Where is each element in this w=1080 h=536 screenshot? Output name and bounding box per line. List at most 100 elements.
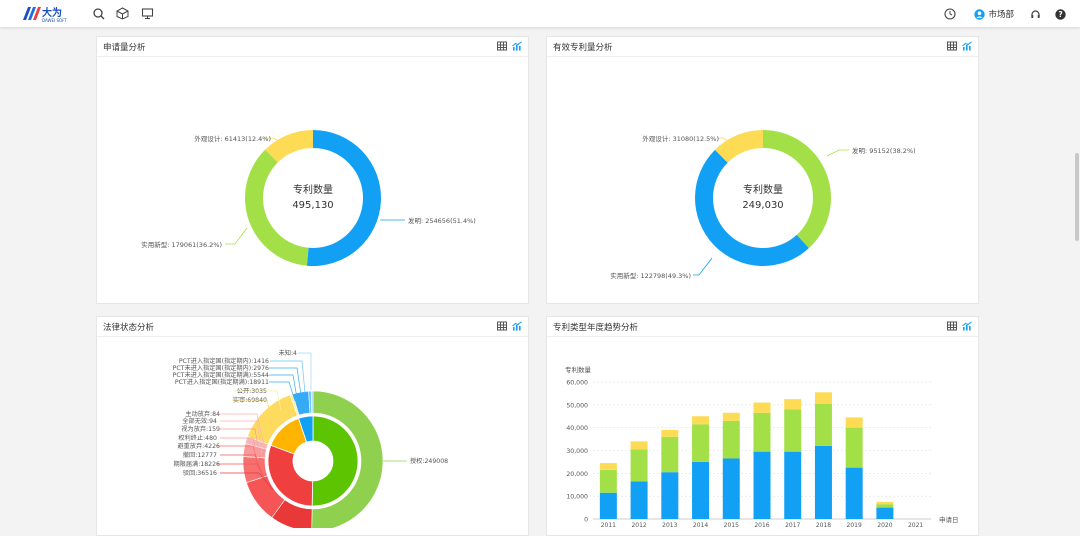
bar-segment[interactable] (876, 504, 894, 508)
legal-status-label: 避重放弃:4226 (177, 442, 220, 450)
panel-title: 法律状态分析 (103, 323, 155, 333)
user-icon[interactable] (974, 8, 986, 20)
valid-patents-panel: 有效专利量分析 专利数量 249,030 发明: 95152(38.2%) 实用… (546, 36, 979, 304)
donut-center-value: 495,130 (292, 200, 333, 211)
legal-status-label: PCT进入指定国(指定期内):1416 (179, 357, 269, 365)
bar-segment[interactable] (753, 451, 771, 519)
panel-header: 申请量分析 (97, 37, 528, 57)
donut-segments[interactable] (694, 130, 831, 267)
bar-segment[interactable] (814, 445, 832, 519)
table-icon[interactable] (947, 321, 957, 331)
svg-text:?: ? (1058, 10, 1062, 19)
chart-icon[interactable] (962, 41, 972, 51)
bar-segment[interactable] (876, 501, 894, 505)
clock-icon[interactable] (944, 8, 957, 20)
chart-icon[interactable] (512, 41, 522, 51)
bar-segment[interactable] (845, 467, 863, 519)
bar-segment[interactable] (599, 469, 617, 493)
chart-icon[interactable] (962, 321, 972, 331)
table-icon[interactable] (497, 41, 507, 51)
label-design: 外观设计: 61413(12.4%) (194, 134, 271, 143)
y-tick-label: 20,000 (566, 471, 588, 478)
donut-center-value: 249,030 (742, 200, 783, 211)
bar-segment[interactable] (661, 472, 679, 519)
bar-segment[interactable] (753, 412, 771, 452)
y-tick-label: 60,000 (566, 380, 588, 387)
legal-status-label: PCT未进入指定国(指定期内):2976 (173, 364, 269, 372)
legal-status-sunburst-chart: 未知:4 PCT进入指定国(指定期内):1416PCT未进入指定国(指定期内):2… (173, 349, 448, 528)
help-icon[interactable]: ? (1055, 8, 1066, 20)
user-name[interactable]: 市场部 (988, 8, 1014, 20)
bar-segment[interactable] (722, 458, 740, 519)
legal-status-panel: 法律状态分析 未知:4 PCT进入指定国(指定期内):1416 PCT未进入指定国(… (96, 316, 529, 536)
top-navigation-bar: 大为 DAWEI SOFT 市场部 ? (0, 0, 1080, 27)
bar-segment[interactable] (722, 412, 740, 421)
search-icon[interactable] (92, 7, 105, 20)
legal-status-label: PCT未进入指定国(指定期满):5544 (173, 371, 269, 379)
outer-ring-segment[interactable] (310, 390, 314, 414)
bar-segment[interactable] (630, 449, 648, 482)
bar-segment[interactable] (722, 420, 740, 459)
legal-status-label: 主动放弃:84 (185, 410, 220, 418)
x-tick-label: 2019 (847, 522, 862, 528)
bar-segment[interactable] (692, 424, 710, 462)
legal-status-label: 驳回:36516 (183, 469, 217, 477)
annual-trend-panel: 专利类型年度趋势分析 专利数量 申请日 0 10,000 20,000 30,000 4… (546, 316, 979, 536)
legal-status-label: 授权:249008 (410, 457, 448, 465)
y-tick-label: 40,000 (566, 425, 588, 432)
bar-segment[interactable] (630, 481, 648, 519)
bar-segment[interactable] (692, 416, 710, 425)
application-volume-panel: 申请量分析 专利数量 495,130 发明: 254656(51.4%) 实用新… (96, 36, 529, 304)
table-icon[interactable] (497, 321, 507, 331)
bar-segment[interactable] (784, 409, 802, 452)
panel-header: 法律状态分析 (97, 317, 528, 337)
bar-segment[interactable] (599, 463, 617, 470)
label-utility: 实用新型: 122798(49.3%) (610, 271, 691, 280)
chart-icon[interactable] (512, 321, 522, 331)
donut-segments[interactable] (245, 130, 381, 266)
headset-icon[interactable] (1030, 9, 1041, 20)
donut-center-title: 专利数量 (293, 183, 333, 196)
donut-center-title: 专利数量 (743, 183, 783, 196)
bar-segment[interactable] (784, 451, 802, 519)
monitor-icon[interactable] (141, 7, 154, 20)
y-tick-label: 50,000 (566, 402, 588, 409)
label-design: 外观设计: 31080(12.5%) (642, 134, 719, 143)
bar-segment[interactable] (661, 436, 679, 473)
x-tick-label: 2021 (908, 522, 923, 528)
application-donut-chart: 专利数量 495,130 发明: 254656(51.4%) 实用新型: 179… (141, 130, 476, 266)
cube-icon[interactable] (116, 7, 129, 20)
label-invention: 发明: 254656(51.4%) (408, 216, 476, 225)
panel-header: 有效专利量分析 (547, 37, 978, 57)
x-tick-label: 2017 (785, 522, 800, 528)
annual-trend-bar-chart: 专利数量 申请日 0 10,000 20,000 30,000 40,000 50,000… (565, 365, 959, 528)
bar-segment[interactable] (814, 403, 832, 446)
x-tick-label: 2015 (724, 522, 739, 528)
bar-segment[interactable] (599, 492, 617, 519)
y-tick-label: 30,000 (566, 448, 588, 455)
bar-segment[interactable] (814, 392, 832, 404)
x-tick-label: 2011 (601, 522, 616, 528)
dawei-logo[interactable]: 大为 DAWEI SOFT (20, 4, 74, 23)
table-icon[interactable] (947, 41, 957, 51)
bar-segment[interactable] (845, 417, 863, 428)
bar-segment[interactable] (876, 507, 894, 519)
x-tick-label: 2016 (754, 522, 769, 528)
bar-segment[interactable] (630, 441, 648, 450)
bar-segment[interactable] (753, 402, 771, 413)
invention-segment[interactable] (306, 130, 381, 266)
bar-segment[interactable] (692, 461, 710, 519)
label-invention: 发明: 95152(38.2%) (852, 146, 916, 155)
panel-header: 专利类型年度趋势分析 (547, 317, 978, 337)
legal-status-label: PCT进入指定国(指定期满):18911 (175, 378, 269, 386)
bar-segment[interactable] (845, 427, 863, 468)
sunburst-segments[interactable] (242, 390, 384, 528)
bar-segment[interactable] (661, 429, 679, 437)
x-tick-label: 2018 (816, 522, 831, 528)
legal-status-label: 撤回:12777 (183, 451, 217, 459)
scrollbar-thumb[interactable] (1075, 153, 1079, 241)
page-scrollbar[interactable] (1074, 27, 1080, 524)
bar-segment[interactable] (784, 399, 802, 410)
x-tick-label: 2012 (631, 522, 646, 528)
panel-title: 有效专利量分析 (553, 43, 613, 53)
